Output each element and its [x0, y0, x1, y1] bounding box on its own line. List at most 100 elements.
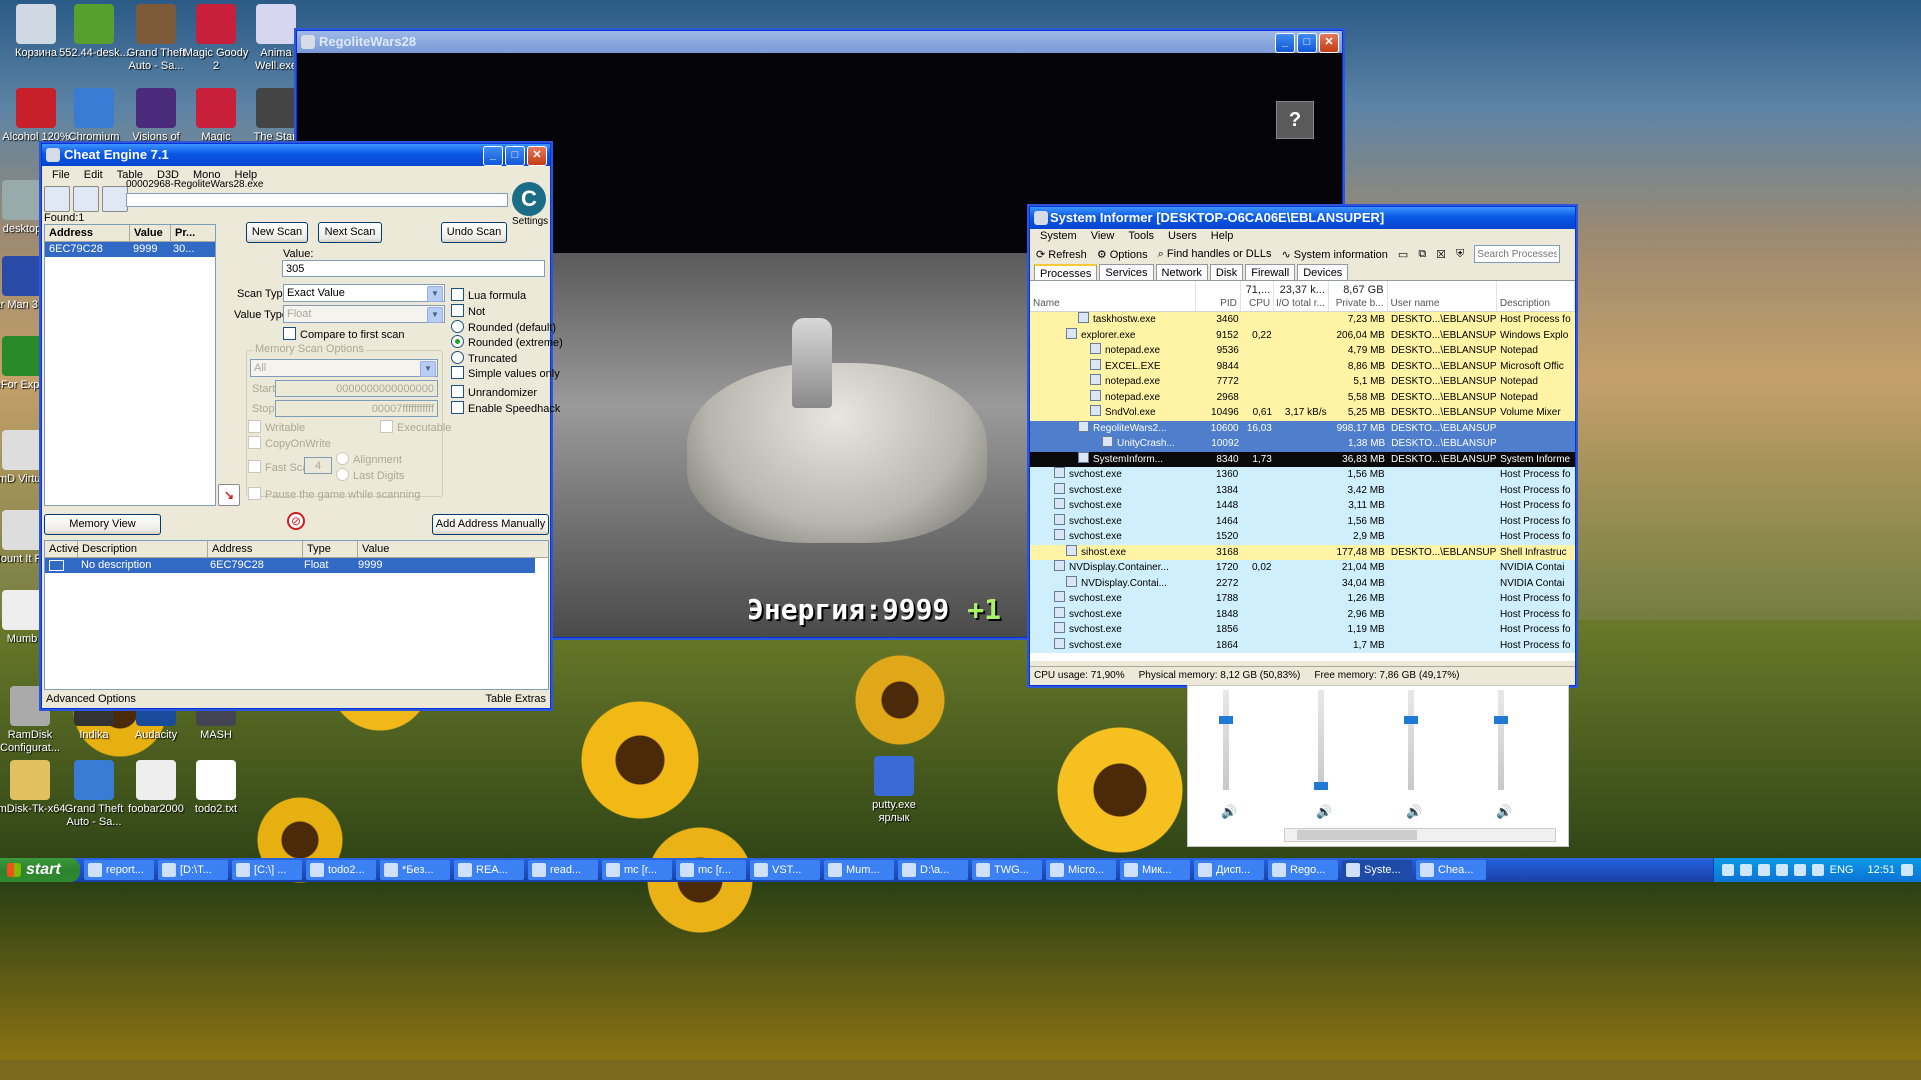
taskbar-button[interactable]: Mum...	[824, 860, 894, 880]
process-row[interactable]: svchost.exe 1864 1,7 MB Host Process fo	[1030, 637, 1575, 653]
volume-slider-thumb[interactable]	[1219, 716, 1233, 724]
menu-system[interactable]: System	[1040, 229, 1077, 244]
process-row[interactable]: notepad.exe 2968 5,58 MB DESKTO...\EBLANSUP…	[1030, 389, 1575, 405]
shield-icon[interactable]	[1739, 864, 1752, 876]
process-row[interactable]: taskhostw.exe 3460 7,23 MB DESKTO...\EBLANS…	[1030, 312, 1575, 328]
close-button[interactable]: ✕	[1319, 33, 1339, 53]
cheat-table-row[interactable]: No description 6EC79C28 Float 9999	[45, 558, 535, 573]
process-row[interactable]: sihost.exe 3168 177,48 MB DESKTO...\EBLANSU…	[1030, 544, 1575, 560]
simple-values-checkbox[interactable]: Simple values only	[451, 366, 560, 381]
taskbar-button[interactable]: REA...	[454, 860, 524, 880]
taskbar-button[interactable]: read...	[528, 860, 598, 880]
process-row[interactable]: svchost.exe 1848 2,96 MB Host Process fo	[1030, 606, 1575, 622]
process-row[interactable]: NVDisplay.Container... 1720 0,02 21,04 MB NV…	[1030, 560, 1575, 576]
cheat-table[interactable]: Active Description Address Type Value No…	[44, 540, 549, 690]
find-handles-button[interactable]: ⌕ Find handles or DLLs	[1158, 248, 1272, 261]
maximize-button[interactable]: □	[1297, 33, 1317, 53]
mixer-scrollbar[interactable]	[1284, 828, 1556, 842]
col-type[interactable]: Type	[303, 541, 358, 557]
active-checkbox[interactable]	[45, 558, 77, 573]
close-process-icon[interactable]: ☒	[1436, 248, 1446, 261]
ce-titlebar[interactable]: Cheat Engine 7.1 _ □ ✕	[42, 144, 550, 166]
volume-icon[interactable]	[1811, 864, 1824, 876]
process-row[interactable]: svchost.exe 1360 1,56 MB Host Process fo	[1030, 467, 1575, 483]
refresh-button[interactable]: ⟳ Refresh	[1036, 248, 1087, 261]
process-row[interactable]: notepad.exe 9536 4,79 MB DESKTO...\EBLANSUP…	[1030, 343, 1575, 359]
taskbar-button[interactable]: Micro...	[1046, 860, 1116, 880]
close-button[interactable]: ✕	[527, 146, 547, 166]
minimize-button[interactable]: _	[483, 146, 503, 166]
col-private-bytes[interactable]: 8,67 GB Private b...	[1329, 281, 1388, 311]
process-row[interactable]: SndVol.exe 10496 0,61 3,17 kB/s 5,25 MB DESKT…	[1030, 405, 1575, 421]
restore-icon[interactable]: ⧉	[1418, 248, 1426, 261]
add-address-manually-button[interactable]: Add Address Manually	[432, 514, 549, 535]
volume-slider[interactable]	[1404, 690, 1418, 790]
window-icon[interactable]: ▭	[1398, 248, 1408, 261]
taskbar-button[interactable]: Syste...	[1342, 860, 1412, 880]
help-button[interactable]: ?	[1276, 101, 1314, 139]
system-informer-window[interactable]: System Informer [DESKTOP-O6CA06E\EBLANSU…	[1029, 206, 1576, 686]
col-value[interactable]: Value	[358, 541, 532, 557]
add-to-list-arrow-icon[interactable]: ↘	[218, 484, 240, 506]
menu-view[interactable]: View	[1091, 229, 1115, 244]
process-row[interactable]: EXCEL.EXE 9844 8,86 MB DESKTO...\EBLANSUPER…	[1030, 358, 1575, 374]
process-tree[interactable]: Name PID 71,... CPU 23,37 k... I/O total r…	[1030, 280, 1575, 661]
nvidia-icon[interactable]	[1775, 864, 1788, 876]
open-file-icon[interactable]	[73, 186, 99, 212]
process-row[interactable]: svchost.exe 1448 3,11 MB Host Process fo	[1030, 498, 1575, 514]
writable-checkbox[interactable]: Writable	[248, 420, 305, 435]
menu-users[interactable]: Users	[1168, 229, 1197, 244]
stop-scan-icon[interactable]: ⊘	[287, 512, 305, 530]
col-description[interactable]: Description	[1497, 281, 1575, 311]
process-row[interactable]: svchost.exe 1856 1,19 MB Host Process fo	[1030, 622, 1575, 638]
menu-file[interactable]: File	[52, 166, 70, 184]
speedhack-checkbox[interactable]: Enable Speedhack	[451, 401, 560, 416]
language-indicator[interactable]: ENG	[1830, 864, 1854, 876]
menu-tools[interactable]: Tools	[1128, 229, 1154, 244]
system-information-button[interactable]: ∿ System information	[1281, 248, 1387, 261]
not-checkbox[interactable]: Not	[451, 304, 485, 319]
taskbar-button[interactable]: Rego...	[1268, 860, 1338, 880]
table-extras-link[interactable]: Table Extras	[485, 690, 546, 708]
minimize-button[interactable]: _	[1275, 33, 1295, 53]
cheat-engine-window[interactable]: Cheat Engine 7.1 _ □ ✕ File Edit Table D…	[41, 143, 563, 709]
process-row[interactable]: notepad.exe 7772 5,1 MB DESKTO...\EBLANSUPE…	[1030, 374, 1575, 390]
process-row[interactable]: explorer.exe 9152 0,22 206,04 MB DESKTO...\E…	[1030, 327, 1575, 343]
taskbar-button[interactable]: VST...	[750, 860, 820, 880]
pause-game-checkbox[interactable]: Pause the game while scanning	[248, 487, 420, 502]
fast-scan-input[interactable]: 4	[304, 457, 332, 474]
volume-slider[interactable]	[1314, 690, 1328, 790]
speaker-icon[interactable]: 🔊	[1316, 804, 1332, 820]
menu-help[interactable]: Help	[1211, 229, 1234, 244]
si-titlebar[interactable]: System Informer [DESKTOP-O6CA06E\EBLANSU…	[1030, 207, 1575, 229]
taskbar-button[interactable]: [D:\T...	[158, 860, 228, 880]
stop-address-input[interactable]: 00007fffffffffff	[275, 400, 438, 417]
volume-slider[interactable]	[1494, 690, 1508, 790]
volume-slider[interactable]	[1219, 690, 1233, 790]
desktop-icon[interactable]: ImDisk-Tk-x64	[0, 760, 66, 816]
copy-on-write-checkbox[interactable]: CopyOnWrite	[248, 436, 331, 451]
scan-type-select[interactable]: Exact Value ▼	[283, 284, 445, 302]
process-row[interactable]: RegoliteWars2... 10600 16,03 998,17 MB DESKT…	[1030, 420, 1575, 436]
taskbar-button[interactable]: [C:\] ...	[232, 860, 302, 880]
value-input[interactable]: 305	[282, 260, 545, 277]
clock[interactable]: 12:51	[1867, 864, 1895, 876]
desktop-icon[interactable]: todo2.txt	[180, 760, 252, 816]
scan-results-list[interactable]: Address Value Pr... 6EC79C28 9999 30...	[44, 224, 216, 506]
select-process-icon[interactable]	[44, 186, 70, 212]
options-button[interactable]: ⚙ Options	[1097, 248, 1148, 261]
col-user-name[interactable]: User name	[1388, 281, 1497, 311]
taskbar-button[interactable]: report...	[84, 860, 154, 880]
process-row[interactable]: svchost.exe 1384 3,42 MB Host Process fo	[1030, 482, 1575, 498]
memory-region-select[interactable]: All ▼	[250, 359, 438, 377]
process-row[interactable]: svchost.exe 1464 1,56 MB Host Process fo	[1030, 513, 1575, 529]
taskbar-button[interactable]: mc [r...	[676, 860, 746, 880]
volume-slider-thumb[interactable]	[1494, 716, 1508, 724]
process-row[interactable]: NVDisplay.Contai... 2272 34,04 MB NVIDIA Co…	[1030, 575, 1575, 591]
rounded-extreme-radio[interactable]: Rounded (extreme)	[451, 335, 563, 350]
truncated-radio[interactable]: Truncated	[451, 351, 517, 366]
speaker-icon[interactable]: 🔊	[1221, 804, 1237, 820]
col-previous[interactable]: Pr...	[171, 225, 211, 241]
process-row[interactable]: svchost.exe 1788 1,26 MB Host Process fo	[1030, 591, 1575, 607]
taskbar-button[interactable]: mc [r...	[602, 860, 672, 880]
